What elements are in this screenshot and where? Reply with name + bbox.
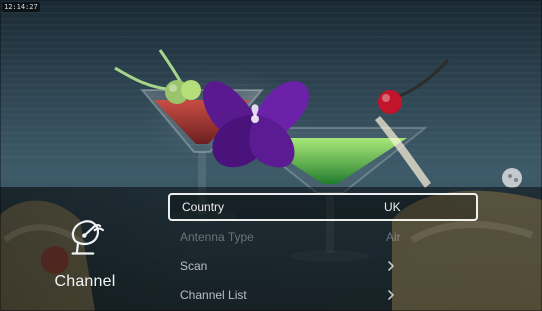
tv-settings-screen: Channel Country UK Antenna Type Air Scan… (0, 0, 542, 311)
category-label: Channel (54, 273, 116, 290)
menu-item-scan[interactable]: Scan (168, 252, 478, 280)
chevron-right-icon (388, 290, 394, 300)
menu-item-channel-list[interactable]: Channel List (168, 281, 478, 309)
menu-item-label: Scan (180, 259, 208, 273)
menu-item-value: UK (384, 200, 401, 214)
menu-item-antenna-type[interactable]: Antenna Type Air (168, 223, 478, 251)
menu-item-label: Antenna Type (180, 230, 254, 244)
satellite-dish-icon (71, 220, 104, 255)
settings-menu: Country UK Antenna Type Air Scan Channel… (168, 193, 478, 311)
chevron-right-icon (388, 261, 394, 271)
chevron-right-container (386, 261, 466, 271)
purple-flower (202, 81, 310, 168)
menu-item-country[interactable]: Country UK (168, 193, 478, 221)
menu-item-value: Air (386, 230, 401, 244)
menu-item-label: Channel List (180, 288, 247, 302)
cherry-right (378, 58, 450, 114)
menu-item-label: Country (182, 200, 225, 214)
category-panel: Channel (20, 215, 150, 295)
chevron-right-container (386, 290, 466, 300)
status-time: 12:14:27 (2, 2, 40, 12)
